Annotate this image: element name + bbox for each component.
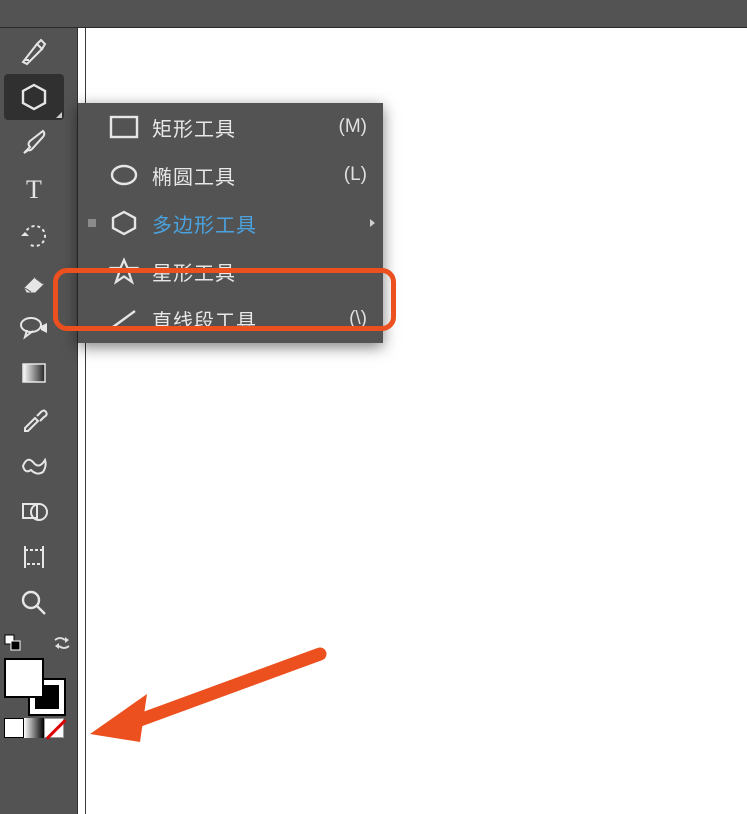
blend-tool[interactable] — [4, 442, 64, 488]
swap-colors-icon[interactable] — [52, 634, 72, 652]
tools-panel: T — [0, 28, 78, 814]
color-mode-solid[interactable] — [4, 718, 24, 738]
flyout-item-label: 多边形工具 — [152, 209, 367, 238]
shape-tool-flyout: 矩形工具 (M) 椭圆工具 (L) 多边形工具 星形工具 直线段工具 (\) — [78, 103, 383, 343]
rotate-icon — [17, 218, 51, 252]
type-tool[interactable]: T — [4, 166, 64, 212]
active-dot — [88, 219, 96, 227]
shape-builder-icon — [17, 494, 51, 528]
flyout-polygon-tool[interactable]: 多边形工具 — [78, 199, 383, 247]
pen-tool[interactable] — [4, 28, 64, 74]
polygon-tool[interactable] — [4, 74, 64, 120]
gradient-tool[interactable] — [4, 350, 64, 396]
app-top-bar — [0, 0, 747, 28]
flyout-rectangle-tool[interactable]: 矩形工具 (M) — [78, 103, 383, 151]
paintbrush-tool[interactable] — [4, 120, 64, 166]
fill-stroke-swatches[interactable] — [4, 658, 64, 714]
color-mode-gradient[interactable] — [24, 718, 44, 738]
flyout-line-tool[interactable]: 直线段工具 (\) — [78, 295, 383, 343]
default-colors-icon[interactable] — [4, 634, 22, 652]
flyout-star-tool[interactable]: 星形工具 — [78, 247, 383, 295]
fill-swatch[interactable] — [4, 658, 44, 698]
eraser-icon — [17, 264, 51, 298]
star-icon — [106, 257, 142, 285]
symbol-sprayer-tool[interactable] — [4, 304, 64, 350]
zoom-icon — [17, 586, 51, 620]
eyedropper-icon — [17, 402, 51, 436]
flyout-item-label: 直线段工具 — [152, 305, 349, 334]
polygon-icon — [106, 209, 142, 237]
zoom-tool[interactable] — [4, 580, 64, 626]
rectangle-icon — [106, 115, 142, 139]
flyout-item-shortcut: (L) — [344, 164, 371, 186]
flyout-item-label: 星形工具 — [152, 257, 367, 286]
ellipse-icon — [106, 163, 142, 187]
type-icon: T — [17, 172, 51, 206]
artboard-icon — [17, 540, 51, 574]
svg-text:T: T — [26, 175, 42, 204]
rotate-tool[interactable] — [4, 212, 64, 258]
shape-builder-tool[interactable] — [4, 488, 64, 534]
line-icon — [106, 307, 142, 331]
hexagon-icon — [17, 80, 51, 114]
artboard-tool[interactable] — [4, 534, 64, 580]
flyout-ellipse-tool[interactable]: 椭圆工具 (L) — [78, 151, 383, 199]
color-mode-none[interactable] — [44, 718, 64, 738]
pen-icon — [17, 34, 51, 68]
color-mode-row — [4, 718, 64, 738]
eraser-tool[interactable] — [4, 258, 64, 304]
flyout-item-shortcut: (\) — [349, 308, 371, 330]
brush-icon — [17, 126, 51, 160]
eyedropper-tool[interactable] — [4, 396, 64, 442]
blend-icon — [17, 448, 51, 482]
flyout-item-shortcut: (M) — [339, 116, 371, 138]
flyout-item-label: 矩形工具 — [152, 113, 339, 142]
flyout-item-label: 椭圆工具 — [152, 161, 344, 190]
speech-icon — [17, 310, 51, 344]
swap-colors-row — [4, 632, 72, 654]
gradient-icon — [17, 356, 51, 390]
